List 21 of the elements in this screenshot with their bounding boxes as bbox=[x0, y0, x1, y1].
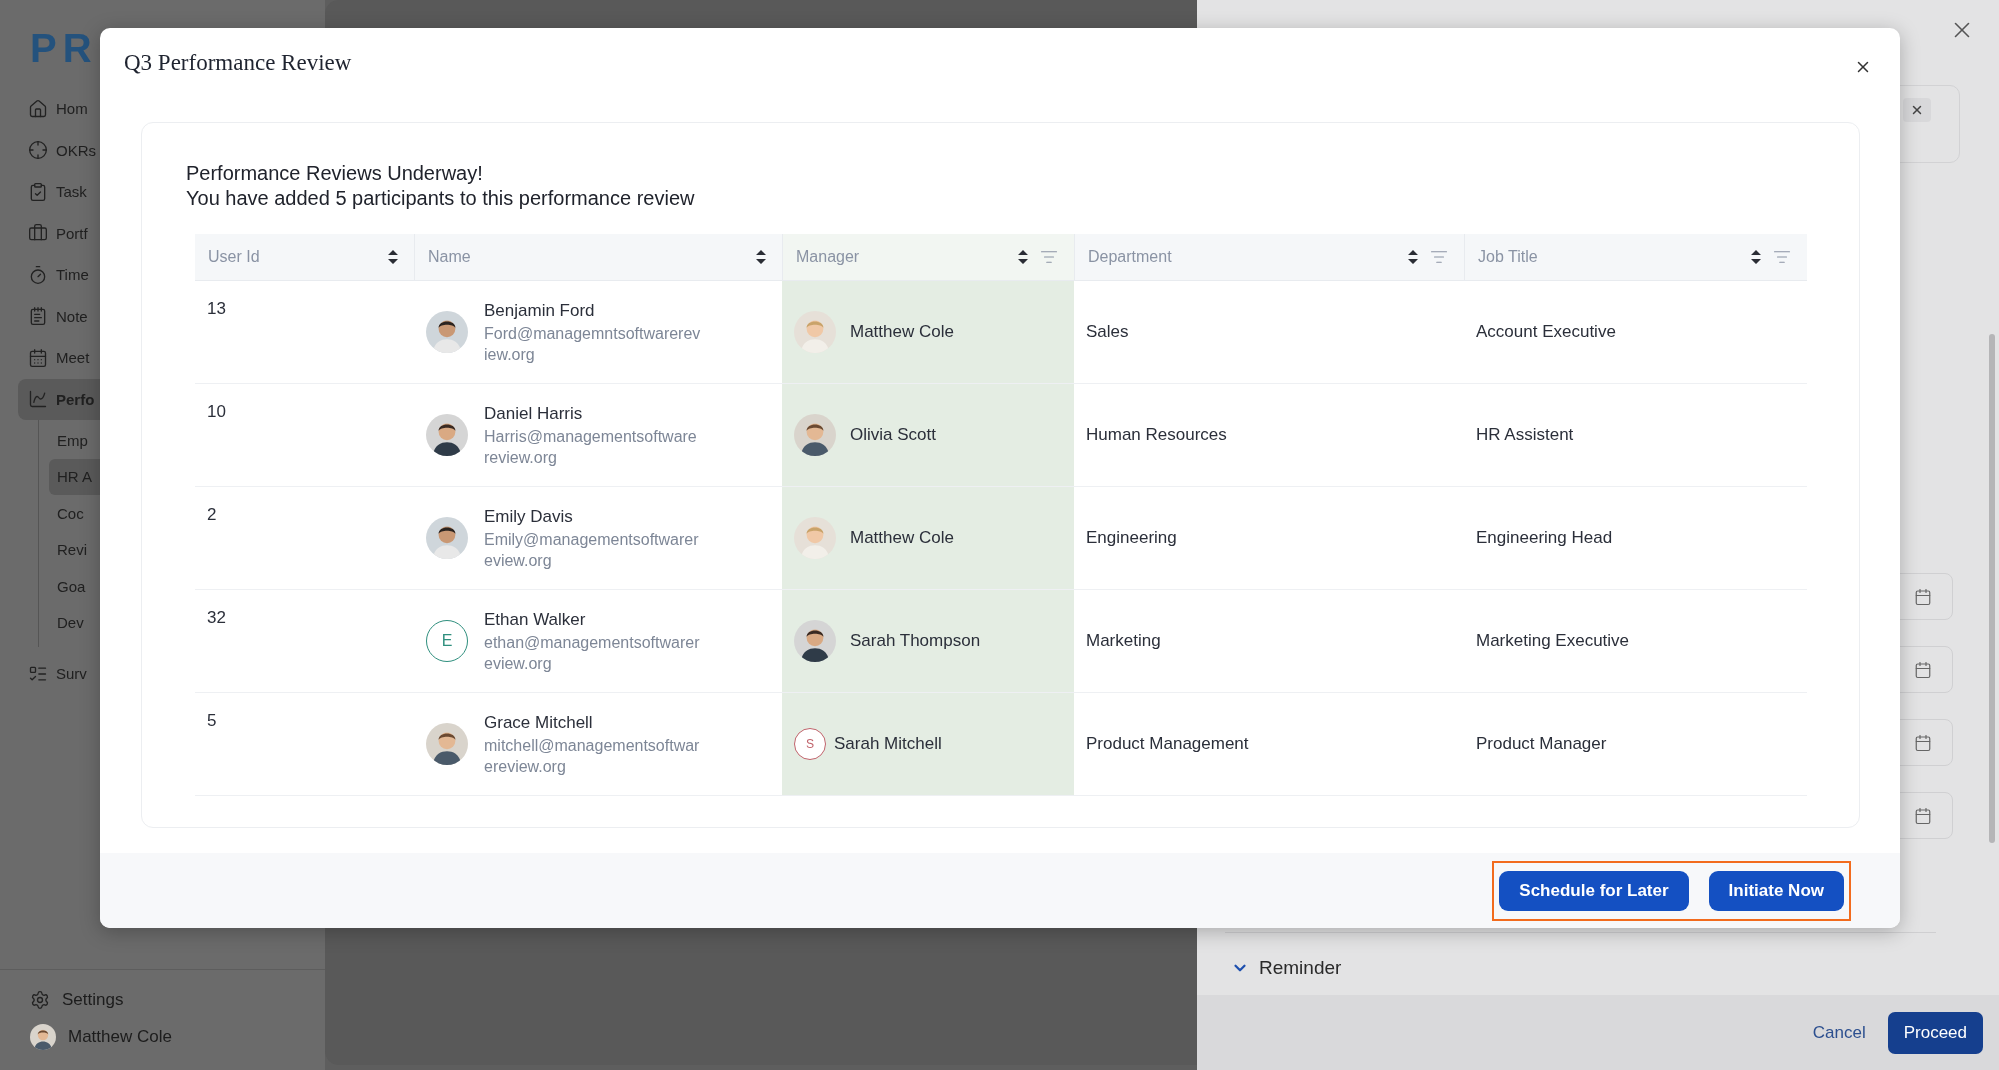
person-email: ethan@managementsoftwarereview.org bbox=[484, 633, 701, 674]
person-name: Emily Davis bbox=[484, 506, 574, 528]
person-email: mitchell@managementsoftwarereview.org bbox=[484, 736, 701, 777]
person-name: Ethan Walker bbox=[484, 609, 587, 631]
manager-name: Sarah Mitchell bbox=[834, 733, 942, 755]
manager-name: Matthew Cole bbox=[850, 527, 954, 549]
subheading: You have added 5 participants to this performance review bbox=[186, 186, 696, 211]
manager-name: Matthew Cole bbox=[850, 321, 954, 343]
manager-name: Sarah Thompson bbox=[850, 630, 981, 652]
person-email: Emily@managementsoftwarereview.org bbox=[484, 530, 700, 571]
logo: PR bbox=[30, 26, 98, 72]
avatar: S bbox=[794, 728, 826, 760]
person-name: Grace Mitchell bbox=[484, 712, 594, 734]
person-name: Benjamin Ford bbox=[484, 300, 596, 322]
person-email: Harris@managementsoftwarereview.org bbox=[484, 427, 698, 468]
manager-name: Olivia Scott bbox=[850, 424, 936, 446]
person-email: Ford@managemntsoftwarereview.org bbox=[484, 324, 702, 365]
modal-title: Q3 Performance Review bbox=[124, 50, 352, 76]
heading: Performance Reviews Underway! bbox=[186, 161, 484, 186]
person-name: Daniel Harris bbox=[484, 403, 584, 425]
avatar: E bbox=[426, 620, 468, 662]
